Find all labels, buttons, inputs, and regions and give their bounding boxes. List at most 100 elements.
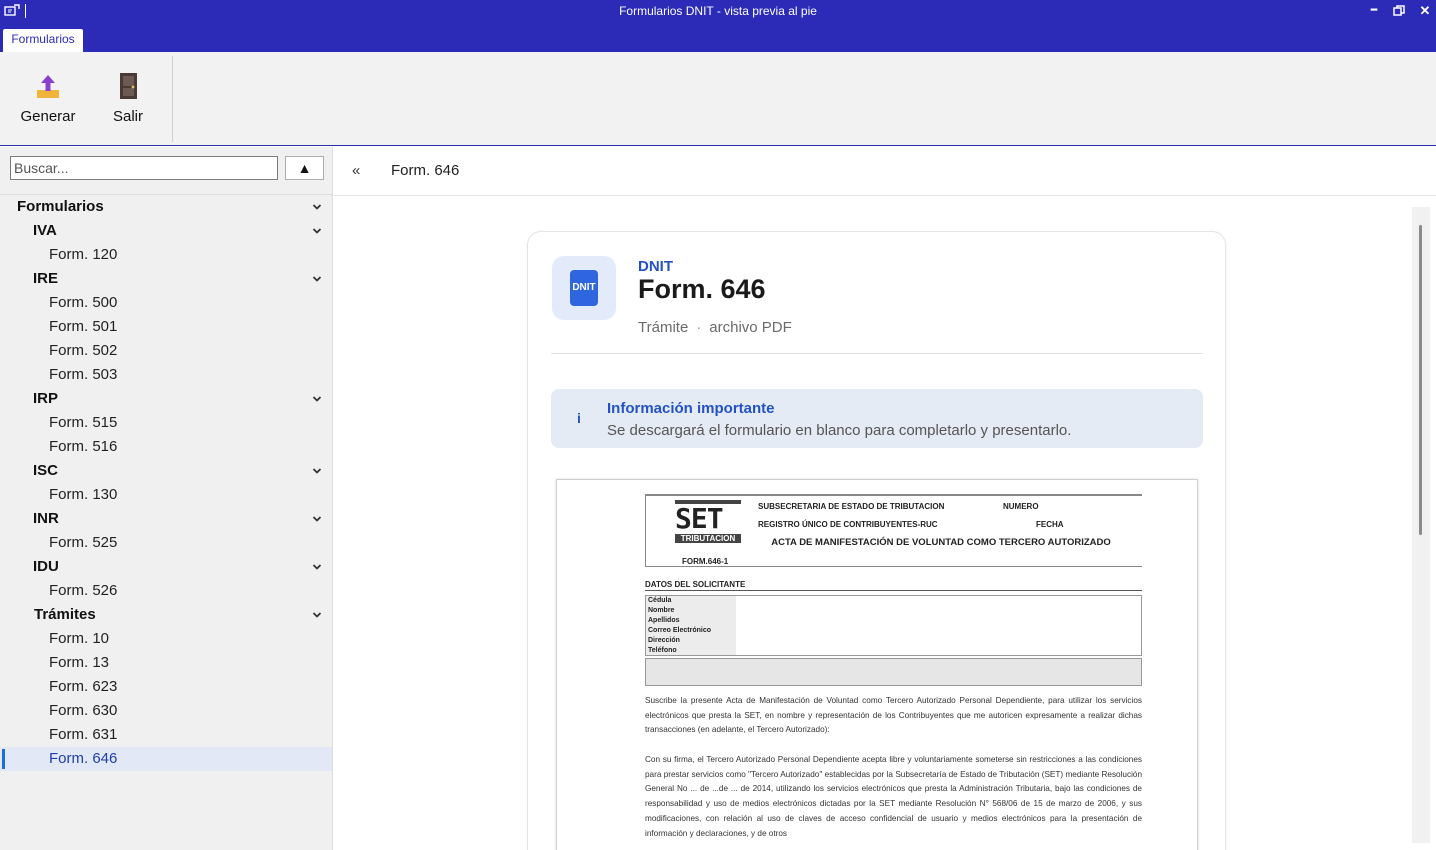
info-icon: i: [577, 410, 581, 426]
tree-item-label: Form. 502: [49, 342, 118, 359]
preview-acta-title: ACTA DE MANIFESTACIÓN DE VOLUNTAD COMO T…: [771, 537, 1111, 548]
organization-name: DNIT: [638, 258, 673, 275]
chevron-down-icon[interactable]: [311, 562, 323, 572]
tree-item-form[interactable]: Form. 623: [0, 675, 332, 699]
tree-item-label: Form. 623: [49, 678, 118, 695]
tree-group[interactable]: IDU: [0, 555, 332, 579]
salir-button[interactable]: Salir: [104, 72, 152, 132]
tree-item-form[interactable]: Form. 120: [0, 243, 332, 267]
preview-header: SET TRIBUTACION SUBSECRETARIA DE ESTADO …: [645, 494, 1142, 568]
preview-line2: REGISTRO ÚNICO DE CONTRIBUYENTES-RUC: [758, 520, 938, 529]
tree-item-form[interactable]: Form. 503: [0, 363, 332, 387]
preview-field-labels: Cédula Nombre Apellidos Correo Electrónico D…: [646, 596, 736, 655]
forms-tree: Formularios IVA Form. 120 IRE Form. 500 Form.…: [0, 195, 332, 771]
tree-item-label: Form. 503: [49, 366, 118, 383]
app-window: Formularios DNIT - vista previa al pie ━…: [0, 0, 1436, 850]
preview-field-label: Cédula: [648, 597, 672, 604]
tree-group[interactable]: Formularios: [0, 195, 332, 219]
preview-form-number: FORM.646-1: [682, 557, 729, 566]
preview-field-label: Apellidos: [648, 617, 680, 624]
tree-item-label: Form. 646: [49, 750, 118, 767]
tree-group[interactable]: IVA: [0, 219, 332, 243]
tree-item-form[interactable]: Form. 13: [0, 651, 332, 675]
chevron-down-icon[interactable]: [311, 610, 323, 620]
app-icon[interactable]: [4, 4, 20, 18]
form-title: Form. 646: [638, 274, 766, 304]
chevron-down-icon[interactable]: [311, 274, 323, 284]
tree-item-label: Form. 515: [49, 414, 118, 431]
tree-item-label: INR: [33, 510, 59, 527]
tree-item-label: Form. 631: [49, 726, 118, 743]
search-input[interactable]: [10, 156, 278, 180]
preview-gray-box: [645, 658, 1142, 686]
preview-paragraph-1: Suscribe la presente Acta de Manifestaci…: [645, 696, 1142, 735]
info-callout: i Información importante Se descargará e…: [551, 389, 1203, 448]
minimize-button[interactable]: ━: [1364, 2, 1384, 20]
chevron-down-icon[interactable]: [311, 226, 323, 236]
pdf-preview[interactable]: SET TRIBUTACION SUBSECRETARIA DE ESTADO …: [556, 479, 1198, 850]
tree-item-form[interactable]: Form. 501: [0, 315, 332, 339]
tree-group[interactable]: IRP: [0, 387, 332, 411]
tree-group[interactable]: ISC: [0, 459, 332, 483]
tree-item-label: Form. 120: [49, 246, 118, 263]
chevron-down-icon[interactable]: [311, 202, 323, 212]
preview-field-label: Correo Electrónico: [648, 627, 712, 634]
preview-datos-rule: [645, 590, 1142, 591]
tree-item-form[interactable]: Form. 502: [0, 339, 332, 363]
tree-item-form[interactable]: Form. 631: [0, 723, 332, 747]
upload-icon: [37, 75, 59, 98]
tree-item-label: IDU: [33, 558, 59, 575]
info-text: Se descargará el formulario en blanco pa…: [607, 422, 1072, 439]
collapse-up-button[interactable]: ▲: [285, 156, 324, 180]
back-button[interactable]: «: [352, 161, 368, 181]
meta-type: Trámite: [638, 319, 689, 336]
tree-item-form[interactable]: Form. 500: [0, 291, 332, 315]
tree-group[interactable]: INR: [0, 507, 332, 531]
set-logo-main: SET: [675, 502, 724, 535]
tree-item-form[interactable]: Form. 526: [0, 579, 332, 603]
tree-item-label: Form. 501: [49, 318, 118, 335]
form-meta: Trámite · archivo PDF: [638, 319, 792, 336]
ribbon-separator: [172, 56, 173, 142]
main-panel: « Form. 646 DNIT DNIT Form. 646 Trámite ·…: [334, 147, 1436, 850]
tree-item-label: Form. 13: [49, 654, 110, 671]
tree-item-form[interactable]: Form. 515: [0, 411, 332, 435]
preview-fecha: FECHA: [1036, 520, 1064, 529]
meta-separator: ·: [696, 319, 702, 336]
set-logo-sub: TRIBUTACION: [675, 534, 741, 543]
chevron-down-icon[interactable]: [311, 394, 323, 404]
tree-item-label: Form. 10: [49, 630, 110, 647]
preview-datos-title: DATOS DEL SOLICITANTE: [645, 580, 746, 589]
preview-numero: NUMERO: [1003, 502, 1039, 511]
tree-item-form[interactable]: Form. 10: [0, 627, 332, 651]
tree-group[interactable]: IRE: [0, 267, 332, 291]
tree-item-label: IVA: [33, 222, 57, 239]
breadcrumb: Form. 646: [391, 162, 460, 179]
tree-item-form[interactable]: Form. 516: [0, 435, 332, 459]
preview-header-rule: [645, 566, 1142, 567]
tree-group[interactable]: Trámites: [0, 603, 332, 627]
tree-item-form[interactable]: Form. 646: [0, 747, 332, 771]
restore-button[interactable]: [1389, 2, 1409, 20]
preview-field-label: Nombre: [648, 607, 675, 614]
preview-paragraph-2: Con su firma, el Tercero Autorizado Pers…: [645, 755, 1142, 838]
preview-fields-box: Cédula Nombre Apellidos Correo Electrónico D…: [645, 595, 1142, 656]
window-title: Formularios DNIT - vista previa al pie: [619, 4, 817, 18]
tab-formularios[interactable]: Formularios: [3, 29, 83, 52]
tree-item-form[interactable]: Form. 130: [0, 483, 332, 507]
tree-item-label: IRE: [33, 270, 59, 287]
scrollbar-thumb[interactable]: [1419, 225, 1422, 535]
tree-item-form[interactable]: Form. 630: [0, 699, 332, 723]
door-exit-icon: [120, 73, 137, 99]
generar-button[interactable]: Generar: [16, 72, 80, 132]
title-bar: Formularios DNIT - vista previa al pie ━…: [0, 0, 1436, 52]
tree-item-label: Form. 500: [49, 294, 118, 311]
chevron-down-icon[interactable]: [311, 466, 323, 476]
chevron-down-icon[interactable]: [311, 514, 323, 524]
meta-format: archivo PDF: [709, 319, 792, 336]
tree-item-form[interactable]: Form. 525: [0, 531, 332, 555]
header-divider: [334, 195, 1436, 196]
tree-item-label: IRP: [33, 390, 59, 407]
dnit-logo: DNIT: [552, 256, 616, 320]
close-button[interactable]: ✕: [1415, 2, 1435, 20]
